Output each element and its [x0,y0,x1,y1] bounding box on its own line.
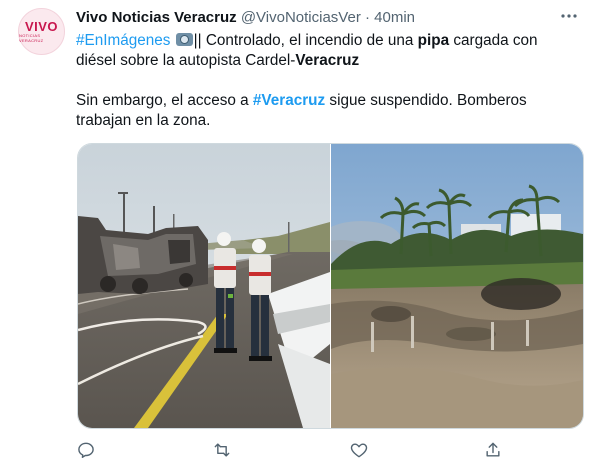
tweet-paragraph-2: Sin embargo, el acceso a #Veracruz sigue… [76,91,576,131]
tweet-paragraph-1: #EnImágenes || Controlado, el incendio d… [76,31,576,71]
photo-burnt-vegetation[interactable] [331,144,583,428]
tweet-actions [76,440,506,462]
tweet-header: Vivo Noticias Veracruz @VivoNoticiasVer … [76,9,415,27]
account-name[interactable]: Vivo Noticias Veracruz [76,9,237,26]
account-handle[interactable]: @VivoNoticiasVer [241,9,361,26]
tweet-text: #EnImágenes || Controlado, el incendio d… [76,31,576,131]
reply-icon[interactable] [76,440,98,462]
tweet-bold-word: Veracruz [295,52,360,69]
photo-firefighters-highway[interactable] [78,144,330,428]
hashtag-veracruz[interactable]: #Veracruz [253,92,325,109]
retweet-icon[interactable] [211,440,233,462]
avatar-logo-subtext: NOTICIAS VERACRUZ [19,33,44,43]
avatar-logo-text: VIVO [24,19,59,34]
avatar[interactable]: VIVO NOTICIAS VERACRUZ [18,8,65,55]
tweet-bold-word: pipa [417,32,450,49]
header-separator: · [364,9,370,26]
share-icon[interactable] [483,440,505,462]
tweet-text-part: || Controlado, el incendio de una [193,32,414,49]
hashtag-enimagenes[interactable]: #EnImágenes [76,32,170,49]
tweet-timestamp[interactable]: 40min [374,9,415,26]
like-icon[interactable] [349,440,371,462]
tweet-text-part: Sin embargo, el acceso a [76,92,249,109]
camera-icon [175,33,193,46]
media-grid [77,143,584,429]
more-icon[interactable] [559,6,579,31]
tweet[interactable]: VIVO NOTICIAS VERACRUZ Vivo Noticias Ver… [0,0,589,466]
